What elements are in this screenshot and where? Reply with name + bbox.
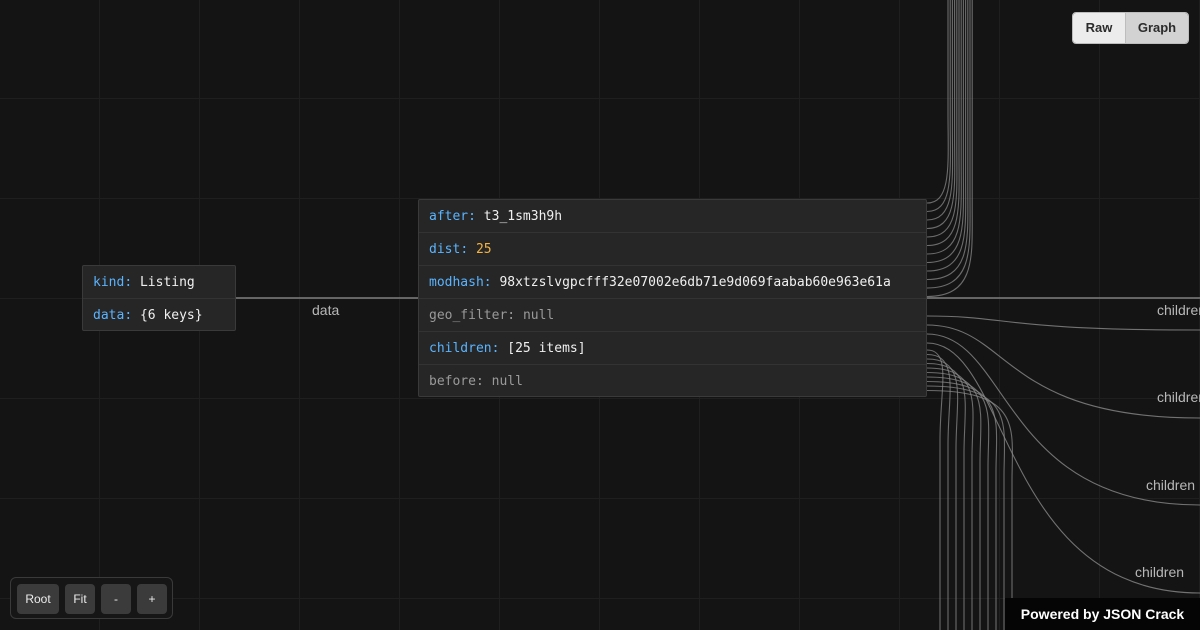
zoom-controls: Root Fit - + [10,577,173,619]
edge-label-data: data [312,302,340,318]
node-row-dist: dist: 25 [419,233,926,266]
edge-line [926,0,965,264]
node-row-children[interactable]: children: [25 items] [419,332,926,365]
edge-line [926,349,944,630]
powered-by-link[interactable]: Powered by JSON Crack [1005,598,1200,630]
node-row-after: after: t3_1sm3h9h [419,200,926,233]
graph-view-button[interactable]: Graph [1126,13,1188,43]
node-row-data[interactable]: data: {6 keys} [83,299,235,330]
zoom-in-button[interactable]: + [137,584,167,614]
edge-label-children: children [1157,302,1200,318]
edge-line [926,385,1006,630]
edge-label-children: children [1135,564,1185,580]
edge-line [926,0,962,255]
edge-label-children: children [1157,389,1200,405]
node-row-geo-filter: geo_filter: null [419,299,926,332]
view-toggle: Raw Graph [1072,12,1189,44]
edge-line [926,353,951,630]
zoom-out-button[interactable]: - [101,584,131,614]
edge-line [926,315,1200,331]
node-row-modhash: modhash: 98xtzslvgpcfff32e07002e6db71e9d… [419,266,926,299]
edge-label-children: children [1146,477,1196,493]
root-node[interactable]: kind: Listing data: {6 keys} [82,265,236,331]
fit-button[interactable]: Fit [65,584,95,614]
node-row-kind: kind: Listing [83,266,235,299]
raw-view-button[interactable]: Raw [1073,13,1126,43]
edge-line [926,0,949,204]
edge-line [926,0,967,272]
edge-line [926,362,966,630]
edge-line [926,367,974,630]
root-button[interactable]: Root [17,584,59,614]
edge-line [926,380,998,630]
data-node[interactable]: after: t3_1sm3h9h dist: 25 modhash: 98xt… [418,199,927,397]
edge-line [926,342,1200,594]
node-row-before: before: null [429,374,523,389]
